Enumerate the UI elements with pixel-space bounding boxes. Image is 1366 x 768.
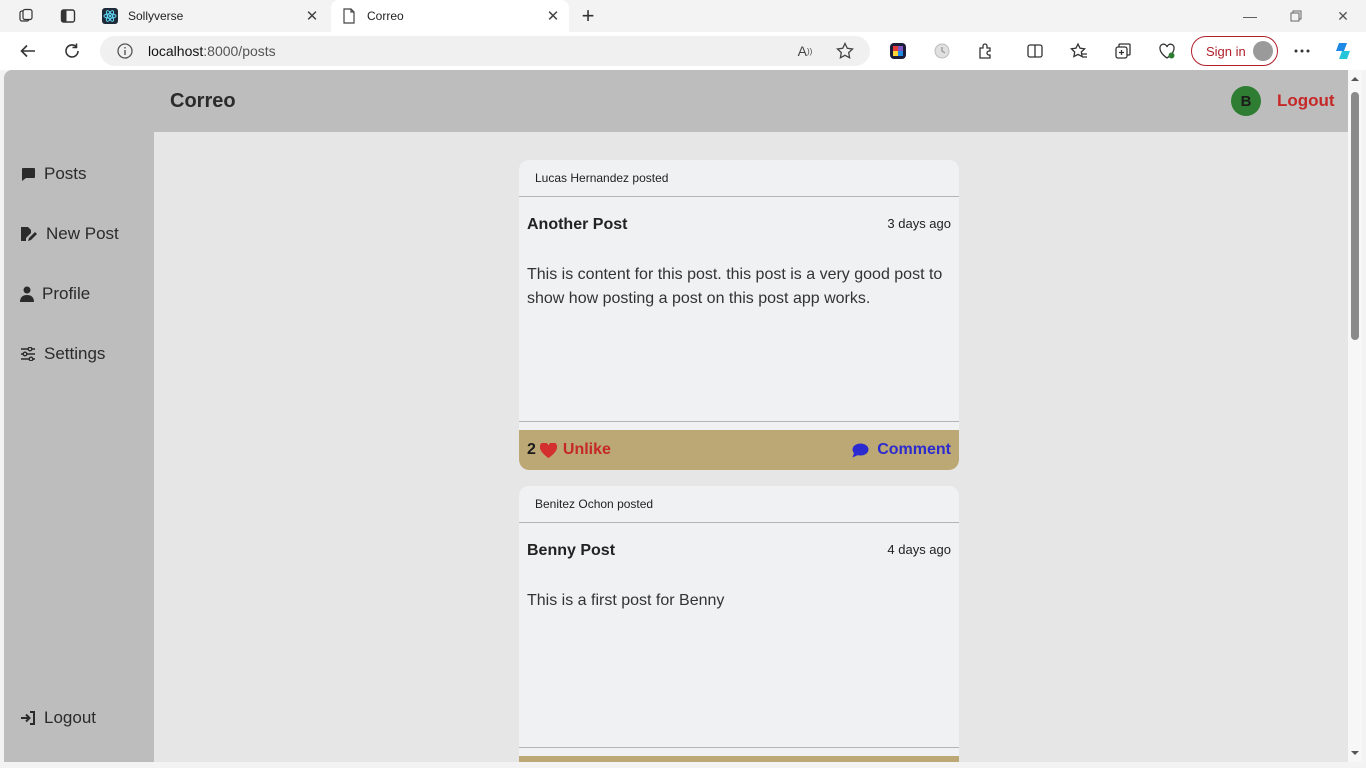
post-author[interactable]: Lucas Hernandez — [535, 171, 629, 185]
favorites-icon[interactable] — [1064, 37, 1094, 65]
post-actions-bar: 2 Unlike Comment — [519, 430, 959, 470]
post-author-line: Benitez Ochon posted — [519, 486, 959, 523]
extensions-puzzle-icon[interactable] — [971, 37, 1001, 65]
sidebar-item-profile[interactable]: Profile — [20, 284, 90, 304]
sidebar-item-label: New Post — [46, 224, 119, 243]
new-tab-button[interactable]: + — [574, 3, 602, 28]
close-tab-icon[interactable]: ✕ — [541, 4, 565, 28]
post-content: This is content for this post. this post… — [527, 266, 943, 307]
favorite-star-icon[interactable] — [835, 41, 855, 61]
tab-correo[interactable]: Correo ✕ — [331, 0, 569, 32]
file-edit-icon — [21, 227, 37, 241]
comment-icon — [22, 168, 35, 181]
post-posted-label: posted — [617, 497, 654, 511]
comment-label: Comment — [877, 441, 951, 458]
back-icon[interactable] — [13, 37, 43, 65]
react-logo-icon — [102, 8, 118, 24]
sidebar-item-label: Settings — [44, 344, 106, 363]
scrollbar-thumb[interactable] — [1351, 92, 1359, 340]
sign-in-button[interactable]: Sign in — [1191, 36, 1278, 66]
tab-title: Correo — [367, 9, 404, 23]
browser-toolbar: localhost:8000/posts A)) Sign in — [0, 32, 1366, 70]
extension-app-icon[interactable] — [883, 37, 913, 65]
sliders-icon — [21, 347, 35, 361]
post-title[interactable]: Benny Post — [527, 542, 615, 560]
vertical-tabs-icon[interactable] — [54, 4, 82, 28]
app-header: Correo B Logout — [154, 70, 1348, 132]
restore-icon[interactable] — [1273, 0, 1319, 32]
address-bar[interactable]: localhost:8000/posts A)) — [100, 36, 870, 66]
post-card: Benitez Ochon posted Benny Post 4 days a… — [519, 486, 959, 762]
split-screen-icon[interactable] — [1020, 37, 1050, 65]
sidebar-item-label: Posts — [44, 164, 87, 183]
sidebar-item-posts[interactable]: Posts — [20, 164, 87, 184]
post-card: Lucas Hernandez posted Another Post 3 da… — [519, 160, 959, 470]
sign-in-arrow-icon — [21, 711, 35, 725]
copilot-icon[interactable] — [1328, 37, 1358, 65]
tab-title: Sollyverse — [128, 9, 184, 23]
sidebar: Posts New Post Profile Settings Logout — [4, 70, 154, 762]
page-icon — [341, 8, 357, 24]
post-author-line: Lucas Hernandez posted — [519, 160, 959, 197]
profile-avatar-icon — [1253, 41, 1273, 61]
refresh-icon[interactable] — [57, 37, 87, 65]
user-avatar[interactable]: B — [1231, 86, 1261, 116]
sidebar-logout-label: Logout — [44, 708, 96, 727]
comment-bubble-icon — [852, 443, 869, 457]
post-timestamp: 3 days ago — [887, 216, 951, 231]
scroll-up-icon[interactable] — [1350, 74, 1360, 84]
comment-button[interactable]: Comment — [852, 441, 951, 459]
post-posted-label: posted — [632, 171, 669, 185]
post-author[interactable]: Benitez Ochon — [535, 497, 614, 511]
workspaces-icon[interactable] — [12, 4, 40, 28]
post-divider — [519, 421, 959, 422]
url-text: localhost:8000/posts — [148, 43, 276, 59]
browser-essentials-icon[interactable] — [1152, 37, 1182, 65]
unlike-button[interactable]: Unlike — [563, 441, 611, 459]
sidebar-item-new-post[interactable]: New Post — [20, 224, 119, 244]
collections-icon[interactable] — [1108, 37, 1138, 65]
close-window-icon[interactable]: ✕ — [1320, 0, 1366, 32]
browser-tab-strip: Sollyverse ✕ Correo ✕ + — ✕ — [0, 0, 1366, 32]
like-count: 2 — [527, 441, 536, 458]
minimize-icon[interactable]: — — [1227, 0, 1273, 32]
post-timestamp: 4 days ago — [887, 542, 951, 557]
brand-title[interactable]: Correo — [170, 90, 236, 113]
tab-sollyverse[interactable]: Sollyverse ✕ — [92, 0, 328, 32]
scroll-down-icon[interactable] — [1350, 748, 1360, 758]
post-actions-bar — [519, 756, 959, 762]
sidebar-item-settings[interactable]: Settings — [20, 344, 105, 364]
close-tab-icon[interactable]: ✕ — [300, 4, 324, 28]
sidebar-logout[interactable]: Logout — [20, 708, 96, 728]
more-options-icon[interactable] — [1287, 37, 1317, 65]
extension-clock-icon[interactable] — [927, 37, 957, 65]
post-content: This is a first post for Benny — [527, 592, 725, 609]
page-viewport: Posts New Post Profile Settings Logout C… — [4, 70, 1348, 762]
post-divider — [519, 747, 959, 748]
site-info-icon[interactable] — [116, 42, 134, 60]
user-icon — [20, 286, 34, 302]
sidebar-item-label: Profile — [42, 284, 91, 303]
read-aloud-icon[interactable]: A)) — [795, 41, 815, 61]
post-title[interactable]: Another Post — [527, 216, 627, 234]
heart-icon[interactable] — [539, 442, 557, 458]
page-scrollbar[interactable] — [1348, 70, 1362, 762]
header-logout-button[interactable]: Logout — [1277, 91, 1335, 111]
